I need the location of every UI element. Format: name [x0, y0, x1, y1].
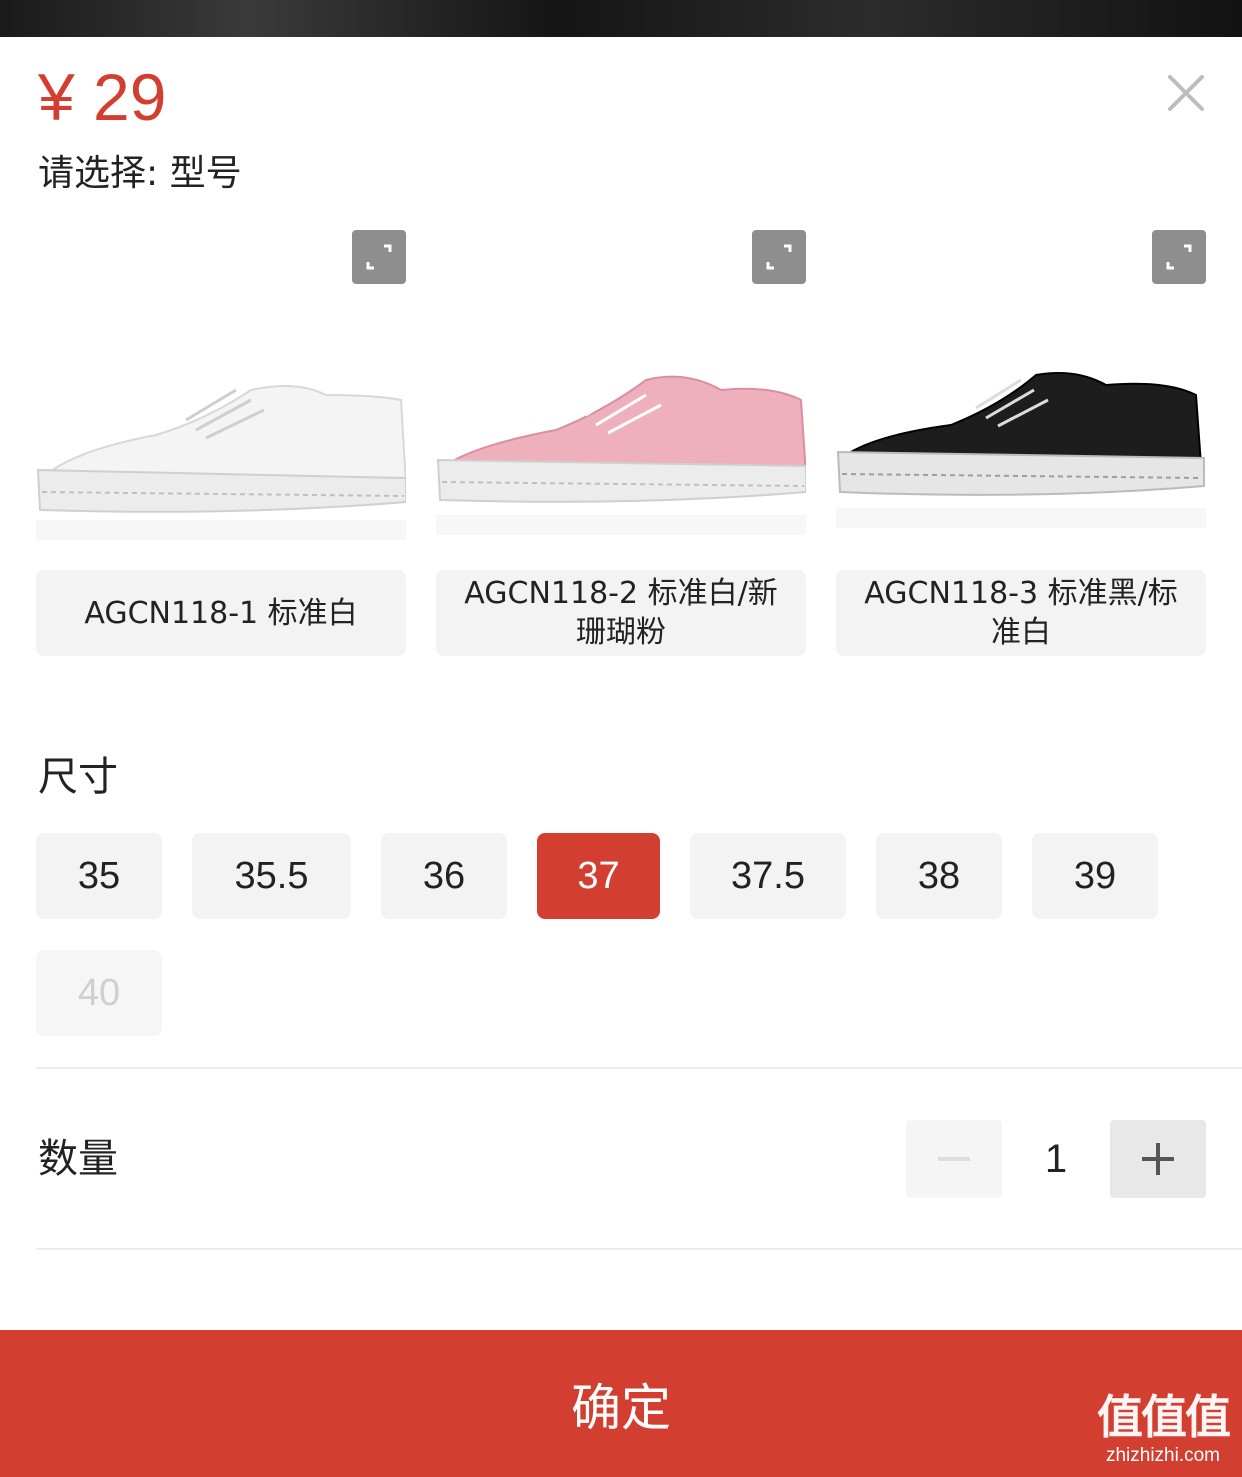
- pink-shoe-image: [436, 375, 806, 535]
- quantity-label: 数量: [38, 1136, 118, 1182]
- variant-card-pink[interactable]: AGCN118-2 标准白/新珊瑚粉: [436, 230, 806, 656]
- variant-card-black[interactable]: AGCN118-3 标准黑/标准白: [836, 230, 1206, 656]
- divider: [36, 1248, 1242, 1250]
- variant-label: AGCN118-2 标准白/新珊瑚粉: [436, 570, 806, 656]
- confirm-button[interactable]: 确定: [0, 1330, 1242, 1477]
- divider: [36, 1067, 1242, 1069]
- variant-image: [36, 230, 406, 560]
- selection-prompt: 请选择: 型号: [38, 153, 242, 194]
- variant-label: AGCN118-3 标准黑/标准白: [836, 570, 1206, 656]
- size-option-38[interactable]: 38: [876, 833, 1002, 919]
- size-option-35[interactable]: 35: [36, 833, 162, 919]
- size-section-title: 尺寸: [38, 754, 118, 800]
- watermark-url: zhizhizhi.com: [1105, 1445, 1221, 1466]
- variant-card-white[interactable]: AGCN118-1 标准白: [36, 230, 406, 656]
- watermark: 值值值 zhizhizhi.com: [1090, 1389, 1236, 1467]
- variant-image: [836, 230, 1206, 560]
- size-option-39[interactable]: 39: [1032, 833, 1158, 919]
- variant-image: [436, 230, 806, 560]
- expand-icon[interactable]: [752, 230, 806, 284]
- size-option-35-5[interactable]: 35.5: [192, 833, 351, 919]
- white-shoe-image: [36, 385, 406, 540]
- quantity-increment-button[interactable]: [1110, 1120, 1206, 1198]
- close-icon[interactable]: [1160, 67, 1212, 119]
- black-shoe-image: [836, 372, 1206, 528]
- product-image-backdrop: [0, 0, 1242, 37]
- variant-label: AGCN118-1 标准白: [36, 570, 406, 656]
- expand-icon[interactable]: [1152, 230, 1206, 284]
- minus-icon: [938, 1157, 970, 1161]
- size-option-36[interactable]: 36: [381, 833, 507, 919]
- quantity-decrement-button[interactable]: [906, 1120, 1002, 1198]
- expand-icon[interactable]: [352, 230, 406, 284]
- size-option-37-5[interactable]: 37.5: [690, 833, 846, 919]
- watermark-logo: 值值值: [1097, 1390, 1231, 1444]
- price-label: ¥ 29: [38, 60, 167, 134]
- sku-selector-sheet: ¥ 29 请选择: 型号 AGCN118-1 标准白 AGCN118-2 标准白…: [0, 37, 1242, 1477]
- plus-icon: [1142, 1143, 1174, 1175]
- size-option-40-disabled: 40: [36, 950, 162, 1036]
- size-option-37-selected[interactable]: 37: [537, 833, 660, 919]
- quantity-value: 1: [1044, 1136, 1068, 1181]
